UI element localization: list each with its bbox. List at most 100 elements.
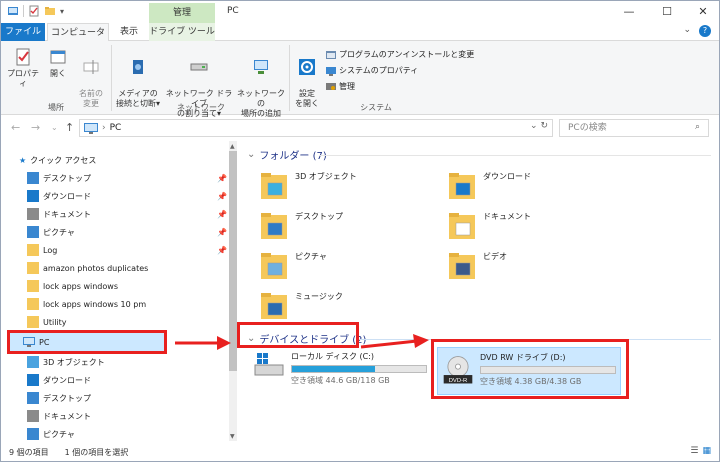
media-label: メディアの 接続と切断▾ bbox=[115, 89, 160, 108]
nav-quick-item[interactable]: Utility bbox=[27, 313, 227, 331]
folder-tile[interactable]: ピクチャ bbox=[259, 249, 439, 289]
uninstall-program-button[interactable]: プログラムのアンインストールと変更 bbox=[326, 49, 474, 60]
nav-pc-item[interactable]: 3D オブジェクト bbox=[27, 353, 105, 371]
folder-icon bbox=[261, 253, 287, 279]
nav-pc-item-label: デスクトップ bbox=[43, 393, 91, 403]
folder-tile-label: ビデオ bbox=[483, 252, 507, 261]
back-button[interactable]: ← bbox=[11, 121, 20, 134]
library-folder-icon bbox=[27, 226, 39, 238]
qat-dropdown-icon[interactable]: ▾ bbox=[60, 7, 64, 16]
ribbon: プロパティ 開く 名前の 変更 場所 メディアの 接続と切断▾ ネットワーク ド… bbox=[1, 41, 719, 118]
system-properties-icon bbox=[326, 66, 336, 76]
uninstall-program-label: プログラムのアンインストールと変更 bbox=[339, 50, 475, 59]
nav-pc-item[interactable]: デスクトップ bbox=[27, 389, 91, 407]
scroll-down-icon[interactable]: ▼ bbox=[230, 433, 235, 440]
pin-icon[interactable]: 📌 bbox=[217, 246, 227, 255]
up-button[interactable]: ↑ bbox=[65, 121, 74, 134]
rename-button[interactable]: 名前の 変更 bbox=[75, 47, 107, 109]
title-bar: ▾ 管理 PC — ☐ ✕ bbox=[1, 1, 719, 23]
drive-c-free-space: 空き領域 44.6 GB/118 GB bbox=[291, 376, 390, 385]
nav-pc-item-label: ダウンロード bbox=[43, 375, 91, 385]
folder-tile[interactable]: ドキュメント bbox=[447, 209, 627, 249]
close-button[interactable]: ✕ bbox=[687, 1, 719, 23]
nav-quick-item[interactable]: ピクチャ 📌 bbox=[27, 223, 227, 241]
breadcrumb-pc[interactable]: PC bbox=[110, 123, 122, 133]
folder-tile[interactable]: 3D オブジェクト bbox=[259, 169, 439, 209]
programs-icon bbox=[326, 50, 336, 59]
media-button[interactable]: メディアの 接続と切断▾ bbox=[115, 47, 161, 109]
nav-quick-item[interactable]: デスクトップ 📌 bbox=[27, 169, 227, 187]
nav-quick-item[interactable]: ダウンロード 📌 bbox=[27, 187, 227, 205]
properties-icon[interactable] bbox=[28, 5, 40, 17]
pin-icon[interactable]: 📌 bbox=[217, 210, 227, 219]
highlight-box-pc bbox=[7, 330, 167, 354]
nav-pc-item-label: ピクチャ bbox=[43, 429, 75, 439]
library-folder-icon bbox=[27, 410, 39, 422]
pin-icon[interactable]: 📌 bbox=[217, 228, 227, 237]
pin-icon[interactable]: 📌 bbox=[217, 174, 227, 183]
explorer-app-icon bbox=[8, 7, 18, 15]
open-icon bbox=[50, 50, 66, 64]
quick-access-toolbar: ▾ bbox=[7, 5, 64, 17]
manage-button[interactable]: 管理 bbox=[326, 81, 355, 92]
nav-quick-item-label: デスクトップ bbox=[43, 173, 91, 183]
system-properties-button[interactable]: システムのプロパティ bbox=[326, 65, 418, 76]
minimize-button[interactable]: — bbox=[613, 1, 645, 23]
open-button[interactable]: 開く bbox=[43, 47, 73, 79]
search-input[interactable]: PCの検索 bbox=[559, 119, 709, 137]
nav-pc-item[interactable]: ダウンロード bbox=[27, 371, 91, 389]
add-network-location-label: ネットワークの 場所の追加 bbox=[237, 89, 285, 118]
open-settings-button[interactable]: 設定 を開く bbox=[293, 47, 321, 109]
rename-icon bbox=[83, 60, 99, 74]
recent-locations-icon[interactable]: ⌄ bbox=[51, 123, 58, 132]
address-row: ← → ⌄ ↑ › PC ⌄ ↻ PCの検索 ⌕ bbox=[1, 117, 719, 139]
new-folder-icon[interactable] bbox=[44, 5, 56, 17]
nav-quick-item-label: lock apps windows 10 pm bbox=[43, 299, 147, 309]
tab-computer[interactable]: コンピューター bbox=[47, 23, 109, 56]
details-view-icon[interactable]: ☰ bbox=[690, 446, 698, 456]
add-network-location-button[interactable]: ネットワークの 場所の追加 bbox=[237, 47, 285, 119]
scroll-up-icon[interactable]: ▲ bbox=[230, 143, 235, 150]
search-icon[interactable]: ⌕ bbox=[695, 122, 700, 132]
folder-tile-label: ミュージック bbox=[295, 292, 343, 301]
rename-label: 名前の 変更 bbox=[79, 89, 103, 108]
folders-group-header[interactable]: ⌄ フォルダー (7) bbox=[247, 147, 327, 162]
forward-button[interactable]: → bbox=[31, 121, 40, 134]
nav-quick-item[interactable]: lock apps windows bbox=[27, 277, 227, 295]
pin-icon[interactable]: 📌 bbox=[217, 192, 227, 201]
nav-pc-item[interactable]: ピクチャ bbox=[27, 425, 75, 443]
folder-icon bbox=[261, 173, 287, 199]
tab-drive-tools[interactable]: ドライブ ツール bbox=[149, 23, 215, 41]
nav-pc-item[interactable]: ドキュメント bbox=[27, 407, 91, 425]
nav-pc-item-label: ドキュメント bbox=[43, 411, 91, 421]
folder-tile[interactable]: デスクトップ bbox=[259, 209, 439, 249]
qat-divider bbox=[23, 5, 24, 17]
nav-quick-item[interactable]: ドキュメント 📌 bbox=[27, 205, 227, 223]
maximize-button[interactable]: ☐ bbox=[651, 1, 683, 23]
refresh-icon[interactable]: ⌄ ↻ bbox=[530, 121, 548, 131]
library-folder-icon bbox=[27, 208, 39, 220]
manage-context-label: 管理 bbox=[149, 3, 215, 23]
ribbon-divider bbox=[289, 45, 290, 111]
nav-quick-item[interactable]: Log 📌 bbox=[27, 241, 227, 259]
folder-tile-label: 3D オブジェクト bbox=[295, 172, 357, 181]
nav-quick-access[interactable]: ★ クイック アクセス bbox=[19, 151, 96, 169]
nav-quick-item-label: amazon photos duplicates bbox=[43, 263, 149, 273]
gear-icon bbox=[299, 59, 315, 75]
folder-icon bbox=[449, 173, 475, 199]
help-icon[interactable]: ? bbox=[699, 25, 711, 37]
folder-tile[interactable]: ビデオ bbox=[447, 249, 627, 289]
collapse-ribbon-icon[interactable]: ⌄ bbox=[683, 25, 691, 37]
nav-quick-item-label: Log bbox=[43, 245, 58, 255]
tab-view[interactable]: 表示 bbox=[111, 23, 147, 41]
highlight-box-dvd bbox=[431, 339, 629, 399]
drive-c-usage-bar bbox=[291, 365, 427, 373]
tab-file[interactable]: ファイル bbox=[1, 23, 45, 41]
nav-quick-item[interactable]: lock apps windows 10 pm bbox=[27, 295, 227, 313]
drive-c[interactable]: ローカル ディスク (C:) 空き領域 44.6 GB/118 GB bbox=[253, 351, 427, 386]
nav-quick-item[interactable]: amazon photos duplicates bbox=[27, 259, 227, 277]
properties-button[interactable]: プロパティ bbox=[7, 47, 39, 89]
large-icons-view-icon[interactable]: ▦ bbox=[702, 446, 711, 456]
address-bar[interactable]: › PC ⌄ ↻ bbox=[79, 119, 553, 137]
folder-tile[interactable]: ダウンロード bbox=[447, 169, 627, 209]
